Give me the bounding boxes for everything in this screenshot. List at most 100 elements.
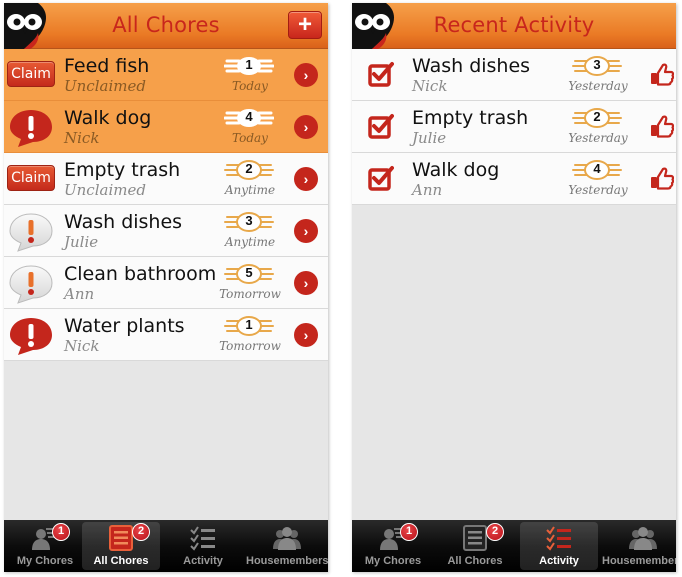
- points-value: 3: [593, 57, 601, 72]
- group-icon: [629, 525, 657, 551]
- tab-housemembers[interactable]: Housemembers: [602, 522, 676, 570]
- tab-bar: 1 My Chores 2 All Chores Activity Housem…: [352, 520, 676, 572]
- add-chore-button[interactable]: +: [288, 11, 322, 39]
- tab-my-chores[interactable]: 1 My Chores: [6, 522, 84, 570]
- activity-time: Yesterday: [568, 79, 628, 93]
- points-value: 4: [245, 109, 253, 124]
- tab-label: All Chores: [93, 555, 149, 567]
- activity-row[interactable]: Wash dishes Nick 3 Yesterday: [352, 49, 676, 101]
- due-date: Today: [232, 79, 268, 93]
- tab-label: Activity: [183, 555, 223, 567]
- chevron-right-icon[interactable]: ›: [294, 115, 318, 139]
- chore-name: Empty trash: [64, 159, 181, 181]
- chore-assignee: Nick: [64, 129, 100, 147]
- activity-row[interactable]: Walk dog Ann 4 Yesterday: [352, 153, 676, 205]
- chore-row[interactable]: Claim Feed fish Unclaimed 1 Today ›: [4, 49, 328, 101]
- alert-bubble-gray-icon: [8, 212, 54, 252]
- tab-label: Housemembers: [602, 555, 676, 567]
- points-value: 1: [245, 317, 253, 332]
- recent-activity-screen: Recent Activity Wash dishes Nick 3 Yeste…: [352, 3, 676, 572]
- alert-bubble-red-icon: [8, 108, 54, 148]
- activity-name: Empty trash: [412, 107, 529, 129]
- tab-count-badge: 2: [486, 523, 504, 541]
- points-value: 2: [245, 161, 253, 176]
- chevron-right-icon[interactable]: ›: [294, 63, 318, 87]
- tab-activity[interactable]: Activity: [520, 522, 598, 570]
- claim-button[interactable]: Claim: [7, 61, 55, 87]
- activity-name: Walk dog: [412, 159, 500, 181]
- checkbox-checked-icon: [368, 113, 394, 139]
- tab-label: My Chores: [364, 555, 422, 567]
- points-value: 5: [245, 265, 253, 280]
- page-title: All Chores: [112, 13, 220, 37]
- header: All Chores +: [4, 3, 328, 49]
- header: Recent Activity: [352, 3, 676, 49]
- list-icon: [107, 525, 135, 551]
- points-value: 3: [245, 213, 253, 228]
- due-date: Anytime: [224, 183, 276, 197]
- activity-time: Yesterday: [568, 183, 628, 197]
- tab-count-badge: 2: [132, 523, 150, 541]
- chore-row[interactable]: Claim Empty trash Unclaimed 2 Anytime ›: [4, 153, 328, 205]
- tab-label: My Chores: [16, 555, 74, 567]
- claim-button[interactable]: Claim: [7, 165, 55, 191]
- tab-count-badge: 1: [52, 523, 70, 541]
- activity-person: Nick: [412, 77, 448, 95]
- chevron-right-icon[interactable]: ›: [294, 219, 318, 243]
- chore-name: Walk dog: [64, 107, 152, 129]
- chore-row[interactable]: Water plants Nick 1 Tomorrow ›: [4, 309, 328, 361]
- chore-assignee: Unclaimed: [64, 77, 146, 95]
- tab-label: Housemembers: [246, 555, 328, 567]
- tab-my-chores[interactable]: 1 My Chores: [354, 522, 432, 570]
- tab-count-badge: 1: [400, 523, 418, 541]
- due-date: Tomorrow: [219, 287, 281, 301]
- due-date: Anytime: [224, 235, 276, 249]
- activity-list: Wash dishes Nick 3 Yesterday Empty trash…: [352, 49, 676, 205]
- activity-row[interactable]: Empty trash Julie 2 Yesterday: [352, 101, 676, 153]
- chore-assignee: Unclaimed: [64, 181, 146, 199]
- chore-row[interactable]: Wash dishes Julie 3 Anytime ›: [4, 205, 328, 257]
- tab-all-chores[interactable]: 2 All Chores: [436, 522, 514, 570]
- all-chores-screen: All Chores + Claim Feed fish Unclaimed 1…: [4, 3, 328, 572]
- due-date: Tomorrow: [219, 339, 281, 353]
- points-value: 1: [245, 57, 253, 72]
- tab-label: All Chores: [447, 555, 503, 567]
- chevron-right-icon[interactable]: ›: [294, 323, 318, 347]
- tab-label: Activity: [539, 555, 579, 567]
- alert-bubble-red-icon: [8, 316, 54, 356]
- chevron-right-icon[interactable]: ›: [294, 271, 318, 295]
- chore-row[interactable]: Walk dog Nick 4 Today ›: [4, 101, 328, 153]
- chore-name: Water plants: [64, 315, 185, 337]
- chore-assignee: Ann: [64, 285, 95, 303]
- chore-name: Clean bathroom: [64, 263, 217, 285]
- chevron-right-icon[interactable]: ›: [294, 167, 318, 191]
- chore-row[interactable]: Clean bathroom Ann 5 Tomorrow ›: [4, 257, 328, 309]
- tab-activity[interactable]: Activity: [164, 522, 242, 570]
- list-icon: [461, 525, 489, 551]
- alert-bubble-gray-icon: [8, 264, 54, 304]
- checklist-icon: [189, 525, 217, 551]
- thumbs-up-icon[interactable]: [650, 62, 674, 86]
- chore-assignee: Nick: [64, 337, 100, 355]
- thumbs-up-icon[interactable]: [650, 114, 674, 138]
- points-value: 4: [593, 161, 601, 176]
- points-value: 2: [593, 109, 601, 124]
- chore-list: Claim Feed fish Unclaimed 1 Today › Walk…: [4, 49, 328, 361]
- chore-name: Wash dishes: [64, 211, 183, 233]
- tab-bar: 1 My Chores 2 All Chores Activity Housem…: [4, 520, 328, 572]
- tab-housemembers[interactable]: Housemembers: [246, 522, 328, 570]
- group-icon: [273, 525, 301, 551]
- activity-time: Yesterday: [568, 131, 628, 145]
- chore-assignee: Julie: [64, 233, 99, 251]
- checkbox-checked-icon: [368, 165, 394, 191]
- activity-person: Ann: [412, 181, 443, 199]
- activity-person: Julie: [412, 129, 447, 147]
- page-title: Recent Activity: [433, 13, 595, 37]
- checkbox-checked-icon: [368, 61, 394, 87]
- chore-name: Feed fish: [64, 55, 150, 77]
- thumbs-up-icon[interactable]: [650, 166, 674, 190]
- tab-all-chores[interactable]: 2 All Chores: [82, 522, 160, 570]
- due-date: Today: [232, 131, 268, 145]
- activity-name: Wash dishes: [412, 55, 531, 77]
- checklist-icon: [545, 525, 573, 551]
